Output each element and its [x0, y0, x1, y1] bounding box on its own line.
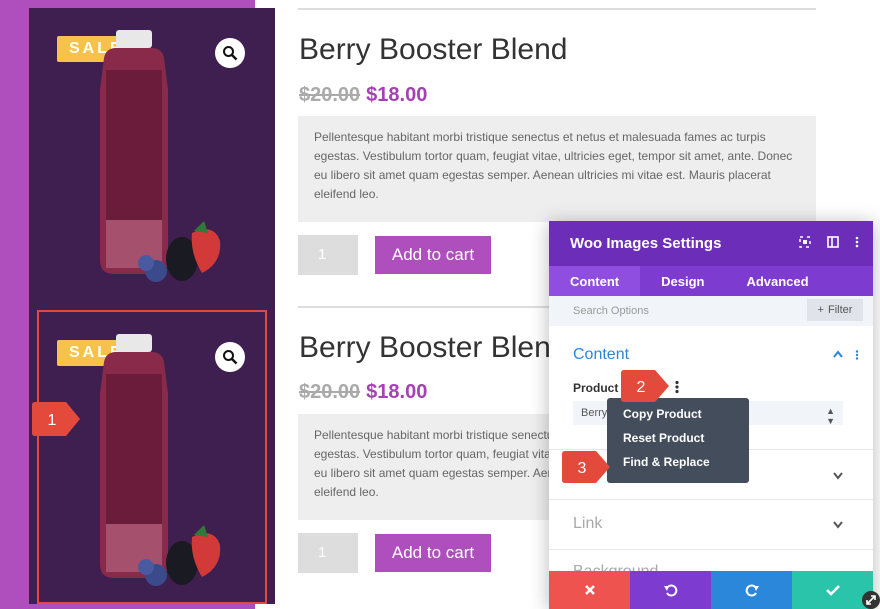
- section-content-title[interactable]: Content: [573, 346, 629, 364]
- marker-label: 2: [637, 379, 646, 396]
- quantity-input[interactable]: 1: [298, 235, 358, 275]
- product-title: Berry Booster Blend: [299, 331, 549, 364]
- tab-design[interactable]: Design: [640, 266, 725, 296]
- marker-label: 1: [48, 412, 57, 429]
- old-price: $20.00: [299, 381, 361, 403]
- add-to-cart-button[interactable]: Add to cart: [375, 236, 491, 274]
- panel-tabs: Content Design Advanced: [549, 266, 873, 296]
- berries-image: [138, 221, 221, 282]
- product-context-menu: Copy Product Reset Product Find & Replac…: [607, 398, 749, 483]
- search-options-row: Search Options + Filter: [549, 296, 873, 326]
- sale-price: $18.00: [366, 84, 428, 106]
- menu-item-find-replace[interactable]: Find & Replace: [607, 455, 749, 479]
- divider: [549, 549, 873, 550]
- more-options-icon[interactable]: [855, 236, 859, 248]
- split-view-icon[interactable]: [827, 236, 839, 248]
- old-price: $20.00: [299, 84, 361, 106]
- chevron-down-icon[interactable]: [833, 521, 843, 529]
- check-icon[interactable]: [792, 571, 873, 609]
- price: $20.00 $18.00: [299, 381, 427, 404]
- step-marker-1: 1: [32, 402, 80, 436]
- quantity-input[interactable]: 1: [298, 533, 358, 573]
- filter-button[interactable]: + Filter: [807, 299, 863, 321]
- chevron-down-icon[interactable]: [833, 472, 843, 480]
- section-link-title[interactable]: Link: [573, 515, 602, 533]
- plus-icon: +: [817, 304, 824, 316]
- resize-handle-icon[interactable]: [862, 591, 880, 609]
- panel-title: Woo Images Settings: [570, 235, 722, 252]
- undo-icon[interactable]: [630, 571, 711, 609]
- product-options-icon[interactable]: [674, 380, 680, 394]
- section-divider: [298, 8, 816, 10]
- filter-label: Filter: [827, 304, 853, 316]
- tab-content[interactable]: Content: [549, 266, 641, 296]
- search-options-input[interactable]: Search Options: [573, 305, 649, 317]
- berries-image: [138, 525, 221, 586]
- add-to-cart-button[interactable]: Add to cart: [375, 534, 491, 572]
- product-image-2-selected[interactable]: SALE!: [37, 310, 267, 604]
- menu-item-copy-product[interactable]: Copy Product: [607, 407, 749, 431]
- fullscreen-icon[interactable]: [799, 236, 811, 248]
- close-icon[interactable]: [549, 571, 630, 609]
- redo-icon[interactable]: [711, 571, 792, 609]
- zoom-icon[interactable]: [215, 38, 245, 68]
- step-marker-3: 3: [562, 451, 610, 483]
- marker-label: 3: [578, 460, 587, 477]
- panel-header: Woo Images Settings: [549, 221, 873, 266]
- section-options-icon[interactable]: [855, 350, 859, 360]
- tab-advanced[interactable]: Advanced: [725, 266, 829, 296]
- price: $20.00 $18.00: [299, 84, 427, 107]
- divider: [549, 499, 873, 500]
- select-arrows-icon: ▲ ▼: [826, 406, 835, 426]
- product-image-column: SALE! SALE!: [29, 8, 275, 604]
- panel-footer: [549, 571, 873, 609]
- product-image-1[interactable]: SALE!: [39, 8, 265, 298]
- chevron-up-icon[interactable]: [833, 350, 843, 358]
- zoom-icon[interactable]: [215, 342, 245, 372]
- sale-price: $18.00: [366, 381, 428, 403]
- menu-item-reset-product[interactable]: Reset Product: [607, 431, 749, 455]
- product-select-value: Berry: [581, 407, 608, 419]
- product-field-label: Product: [573, 381, 619, 395]
- product-description: Pellentesque habitant morbi tristique se…: [298, 116, 816, 222]
- step-marker-2: 2: [621, 370, 669, 402]
- product-title: Berry Booster Blend: [299, 33, 568, 66]
